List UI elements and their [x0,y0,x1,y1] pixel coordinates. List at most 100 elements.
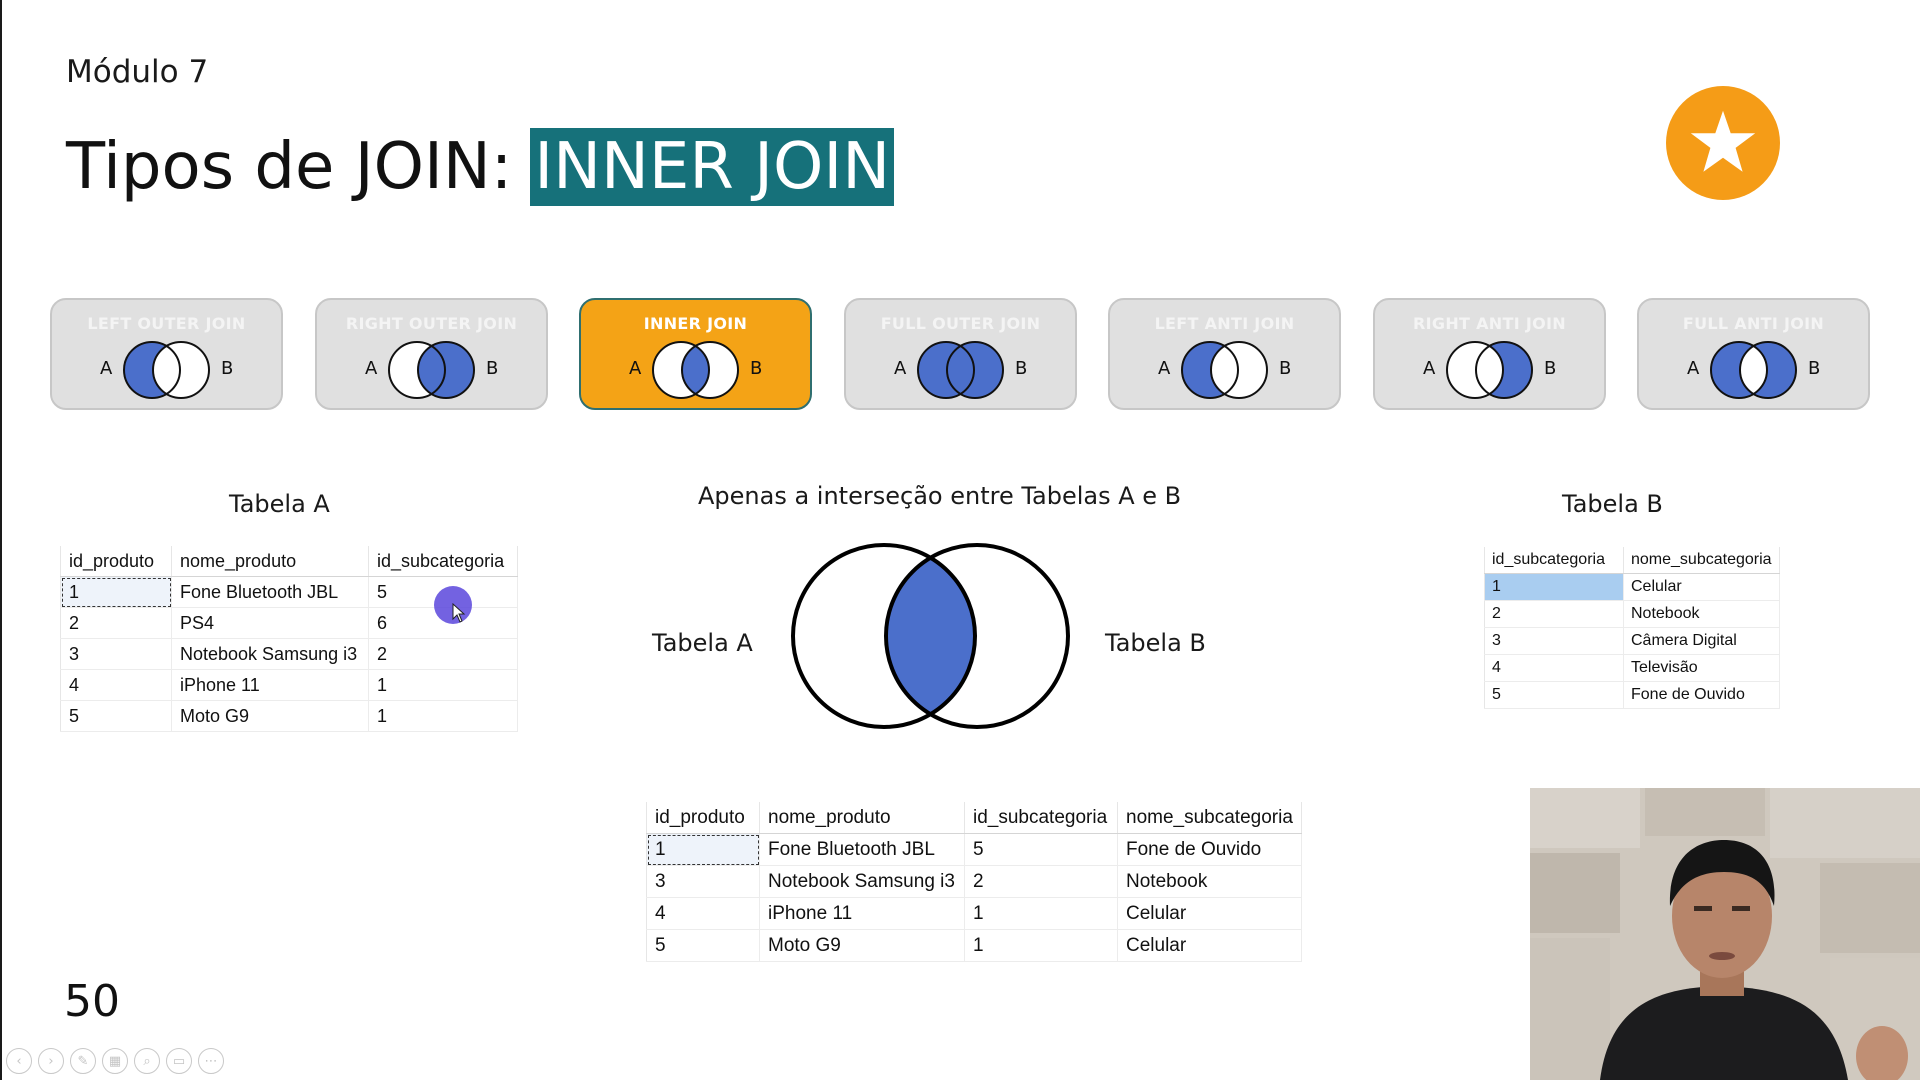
table-cell[interactable]: Fone de Ouvido [1623,681,1780,709]
table-cell[interactable]: 4 [1484,654,1624,682]
join-venn-icon [1446,341,1533,399]
column-header: id_produto [646,802,760,834]
table-cell[interactable]: 1 [368,669,518,701]
set-a-label: A [1423,358,1436,379]
join-card-full-anti-join: FULL ANTI JOIN A B [1637,298,1870,410]
pen-tool-icon: ✎ [77,1053,89,1069]
table-cell[interactable]: 2 [60,607,172,639]
table-cell[interactable]: Moto G9 [759,929,965,962]
next-slide-icon: › [48,1053,54,1069]
column-header: nome_subcategoria [1623,547,1780,574]
table-cell[interactable]: 2 [368,638,518,670]
table-cell[interactable]: 1 [646,833,760,866]
venn-label-left: Tabela A [652,629,753,657]
table-cell[interactable]: 4 [60,669,172,701]
table-row: 4 iPhone 11 1 Celular [646,897,1302,930]
zoom-button[interactable]: ⌕ [134,1048,160,1074]
table-cell[interactable]: iPhone 11 [759,897,965,930]
set-b-label: B [750,358,763,379]
zoom-icon: ⌕ [143,1053,151,1069]
column-header: nome_produto [171,546,369,577]
join-card-right-outer-join: RIGHT OUTER JOIN A B [315,298,548,410]
table-row: 1 Fone Bluetooth JBL 5 Fone de Ouvido [646,833,1302,866]
table-cell[interactable]: Notebook Samsung i3 [171,638,369,670]
table-cell[interactable]: 2 [964,865,1118,898]
star-icon [1690,110,1756,172]
slide-left-border [0,0,2,1080]
module-label: Módulo 7 [66,54,209,90]
pen-tool-button[interactable]: ✎ [70,1048,96,1074]
table-cell[interactable]: 5 [60,700,172,732]
table-cell[interactable]: Fone Bluetooth JBL [171,576,369,608]
set-b-label: B [1544,358,1557,379]
join-venn-icon [1181,341,1268,399]
table-cell[interactable]: iPhone 11 [171,669,369,701]
table-cell[interactable]: 1 [368,700,518,732]
table-cell[interactable]: Câmera Digital [1623,627,1780,655]
presenter-webcam [1530,788,1920,1080]
set-a-label: A [1158,358,1171,379]
table-cell[interactable]: 5 [646,929,760,962]
table-row: 3 Notebook Samsung i3 2 Notebook [646,865,1302,898]
join-venn-icon [388,341,475,399]
table-cell[interactable]: 1 [1484,573,1624,601]
more-options-icon: ⋯ [204,1053,218,1069]
table-cell[interactable]: Fone Bluetooth JBL [759,833,965,866]
table-cell[interactable]: Notebook [1623,600,1780,628]
table-row: 4 Televisão [1484,654,1780,682]
table-cell[interactable]: 1 [60,576,172,608]
next-slide-button[interactable]: › [38,1048,64,1074]
table-cell[interactable]: Celular [1623,573,1780,601]
table-row: 3 Notebook Samsung i3 2 [60,638,518,670]
column-header: id_subcategoria [964,802,1118,834]
table-row: 5 Fone de Ouvido [1484,681,1780,709]
previous-slide-button[interactable]: ‹ [6,1048,32,1074]
table-cell[interactable]: Notebook [1117,865,1302,898]
join-card-left-anti-join: LEFT ANTI JOIN A B [1108,298,1341,410]
table-cell[interactable]: Televisão [1623,654,1780,682]
set-b-label: B [221,358,234,379]
table-cell[interactable]: Celular [1117,929,1302,962]
table-cell[interactable]: PS4 [171,607,369,639]
subtitles-button[interactable]: ▭ [166,1048,192,1074]
table-cell[interactable]: 3 [646,865,760,898]
previous-slide-icon: ‹ [16,1053,22,1069]
join-card-right-anti-join: RIGHT ANTI JOIN A B [1373,298,1606,410]
table-row: 2 Notebook [1484,600,1780,628]
table-cell[interactable]: Notebook Samsung i3 [759,865,965,898]
title-highlight: INNER JOIN [530,128,895,206]
table-cell[interactable]: Moto G9 [171,700,369,732]
title-prefix: Tipos de JOIN: [66,130,513,204]
table-row: 4 iPhone 11 1 [60,669,518,701]
see-all-slides-button[interactable]: ▦ [102,1048,128,1074]
column-header: nome_subcategoria [1117,802,1302,834]
set-a-label: A [100,358,113,379]
star-badge [1666,86,1780,200]
table-cell[interactable]: 1 [964,897,1118,930]
table-cell[interactable]: 5 [1484,681,1624,709]
set-a-label: A [629,358,642,379]
join-card-inner-join: INNER JOIN A B [579,298,812,410]
table-cell[interactable]: Fone de Ouvido [1117,833,1302,866]
set-b-label: B [1279,358,1292,379]
table-cell[interactable]: 5 [964,833,1118,866]
table-cell[interactable]: 3 [1484,627,1624,655]
table-b-title: Tabela B [1562,490,1663,518]
table-a: id_produto nome_produto id_subcategoria … [60,546,518,732]
more-options-button[interactable]: ⋯ [198,1048,224,1074]
page-title: Tipos de JOIN: INNER JOIN [66,128,895,206]
set-b-label: B [486,358,499,379]
table-cell[interactable]: 3 [60,638,172,670]
set-a-label: A [365,358,378,379]
slideshow-toolbar: ‹ › ✎ ▦ ⌕ ▭ ⋯ [6,1048,224,1074]
set-b-label: B [1808,358,1821,379]
table-cell[interactable]: 1 [964,929,1118,962]
table-cell[interactable]: 2 [1484,600,1624,628]
column-header: id_subcategoria [368,546,518,577]
table-a-title: Tabela A [229,490,330,518]
table-b: id_subcategoria nome_subcategoria 1 Celu… [1484,547,1780,709]
join-venn-icon [652,341,739,399]
table-cell[interactable]: Celular [1117,897,1302,930]
table-cell[interactable]: 4 [646,897,760,930]
table-row: 3 Câmera Digital [1484,627,1780,655]
